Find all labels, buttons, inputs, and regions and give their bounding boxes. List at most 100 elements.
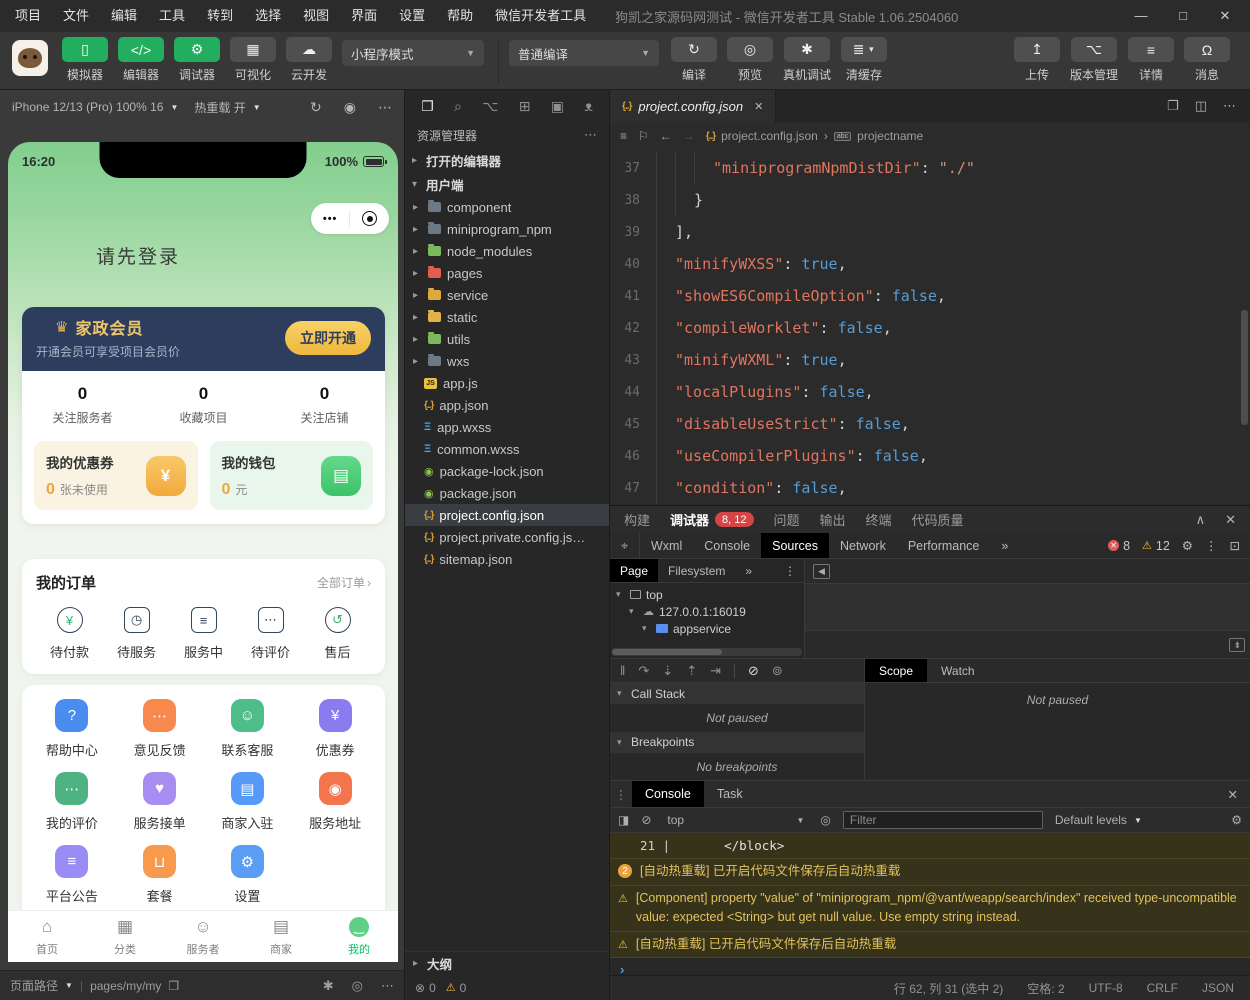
close-drawer-icon[interactable]: ✕ <box>1228 781 1250 807</box>
grid-item-优惠券[interactable]: ¥ 优惠券 <box>291 699 379 759</box>
error-counter[interactable]: ✕ 8 <box>1108 539 1130 553</box>
minimize-button[interactable]: — <box>1120 0 1162 32</box>
toolbar-button-编辑器[interactable]: </> 编辑器 <box>118 37 164 83</box>
grid-item-设置[interactable]: ⚙ 设置 <box>204 845 292 905</box>
sources-tree-item-127.0.0.1:16019[interactable]: ▾ ☁ 127.0.0.1:16019 <box>610 603 804 620</box>
console-message[interactable]: ⚠ [自动热重载] 已开启代码文件保存后自动热重载 <box>610 931 1250 958</box>
sources-tree-item-top[interactable]: ▾ top <box>610 586 804 603</box>
code-line[interactable]: 41 "showES6CompileOption": false, <box>610 280 1250 312</box>
toolbar-button-调试器[interactable]: ⚙ 调试器 <box>174 37 220 83</box>
compile-mode-dropdown[interactable]: 普通编译 ▼ <box>509 40 659 66</box>
step-into-icon[interactable]: ⇣ <box>662 663 673 679</box>
menu-item-文件[interactable]: 文件 <box>52 0 100 32</box>
console-tab-console[interactable]: Console <box>632 781 704 807</box>
more-icon[interactable]: ⋯ <box>1223 98 1236 114</box>
menu-item-设置[interactable]: 设置 <box>388 0 436 32</box>
show-console-sidebar-icon[interactable]: ◨ <box>618 813 629 827</box>
capsule-button[interactable]: ••• <box>311 203 389 234</box>
devtools-tab-sources[interactable]: Sources <box>761 533 829 558</box>
stat-item[interactable]: 0 关注服务者 <box>22 384 143 426</box>
panel-tab-代码质量[interactable]: 代码质量 <box>912 510 964 529</box>
grid-item-我的评价[interactable]: ⋯ 我的评价 <box>28 772 116 832</box>
pagepath-dropdown[interactable]: 页面路径 ▼ <box>10 977 73 994</box>
devtools-settings-gear-icon[interactable]: ⚙ <box>1182 538 1193 553</box>
outline-section[interactable]: ▸ 大纲 <box>405 951 609 975</box>
more-icon[interactable]: ⋯ <box>584 127 597 143</box>
source-control-icon[interactable]: ⌥ <box>482 98 498 115</box>
grid-item-意见反馈[interactable]: ⋯ 意见反馈 <box>116 699 204 759</box>
grid-item-服务接单[interactable]: ♥ 服务接单 <box>116 772 204 832</box>
horizontal-scrollbar[interactable] <box>612 648 802 656</box>
code-line[interactable]: 46 "useCompilerPlugins": false, <box>610 440 1250 472</box>
editor-scrollbar[interactable] <box>1241 310 1248 425</box>
toolbar-button-模拟器[interactable]: ▯ 模拟器 <box>62 37 108 83</box>
step-icon[interactable]: ⇥ <box>710 663 721 679</box>
console-settings-gear-icon[interactable]: ⚙ <box>1231 813 1242 827</box>
outline-list-icon[interactable]: ≡ <box>620 129 627 143</box>
open-preview-icon[interactable]: ❐ <box>1167 98 1179 114</box>
console-message[interactable]: 2 [自动热重载] 已开启代码文件保存后自动热重载 <box>610 859 1250 886</box>
toolbar-right-button-详情[interactable]: ≡ 详情 <box>1128 37 1174 83</box>
code-line[interactable]: 45 "disableUseStrict": false, <box>610 408 1250 440</box>
grid-item-联系客服[interactable]: ☺ 联系客服 <box>204 699 292 759</box>
login-prompt[interactable]: 请先登录 <box>96 242 180 269</box>
toolbar-button-云开发[interactable]: ☁ 云开发 <box>286 37 332 83</box>
all-orders-link[interactable]: 全部订单 › <box>317 574 371 591</box>
stat-item[interactable]: 0 收藏项目 <box>143 384 264 426</box>
show-navigator-icon[interactable]: ◀ <box>813 564 830 579</box>
problems-status[interactable]: ⊗ 0 ⚠ 0 <box>405 975 609 1000</box>
tree-item-node_modules[interactable]: ▸ node_modules <box>405 240 609 262</box>
status-item[interactable]: 行 62, 列 31 (选中 2) <box>894 980 1003 997</box>
more-vertical-icon[interactable]: ⋮ <box>1205 538 1218 553</box>
menu-item-项目[interactable]: 项目 <box>4 0 52 32</box>
console-tab-task[interactable]: Task <box>704 781 756 807</box>
panel-tab-输出[interactable]: 输出 <box>820 510 846 529</box>
menu-item-帮助[interactable]: 帮助 <box>436 0 484 32</box>
bug-icon[interactable]: ✱ <box>323 978 334 994</box>
pretty-print-icon[interactable]: ⇟ <box>1229 638 1245 652</box>
order-item-服务中[interactable]: ≡ 服务中 <box>170 607 237 661</box>
grid-item-商家入驻[interactable]: ▤ 商家入驻 <box>204 772 292 832</box>
status-item[interactable]: UTF-8 <box>1089 981 1123 995</box>
close-button[interactable]: ✕ <box>1204 0 1246 32</box>
tree-item-app.json[interactable]: {..} app.json <box>405 394 609 416</box>
tree-item-utils[interactable]: ▸ utils <box>405 328 609 350</box>
code-line[interactable]: 43 "minifyWXML": true, <box>610 344 1250 376</box>
toolbar-right-button-上传[interactable]: ↥ 上传 <box>1013 37 1060 83</box>
copy-path-icon[interactable]: ❐ <box>168 979 179 993</box>
step-over-icon[interactable]: ↷ <box>638 663 649 679</box>
mode-dropdown[interactable]: 小程序模式 ▼ <box>342 40 484 66</box>
call-stack-header[interactable]: ▾ Call Stack <box>610 683 864 705</box>
bookmark-icon[interactable]: ⚐ <box>638 129 649 143</box>
open-membership-button[interactable]: 立即开通 <box>285 321 371 355</box>
project-section[interactable]: ▾ 用户端 <box>405 172 609 196</box>
device-selector[interactable]: iPhone 12/13 (Pro) 100% 16 ▼ <box>12 100 178 114</box>
status-item[interactable]: 空格: 2 <box>1027 980 1064 997</box>
split-editor-icon[interactable]: ◫ <box>1195 98 1207 114</box>
deactivate-breakpoints-icon[interactable]: ⊘ <box>748 663 759 679</box>
context-dropdown[interactable]: top ▼ <box>663 813 808 827</box>
tab-服务者[interactable]: ☺ 服务者 <box>164 911 242 962</box>
code-line[interactable]: 38} <box>610 184 1250 216</box>
menu-item-视图[interactable]: 视图 <box>292 0 340 32</box>
user-avatar[interactable] <box>12 40 48 76</box>
status-item[interactable]: CRLF <box>1147 981 1178 995</box>
console-message[interactable]: ⚠ [Component] property "value" of "minipr… <box>610 885 1250 932</box>
code-line[interactable]: 42 "compileWorklet": false, <box>610 312 1250 344</box>
inspect-element-icon[interactable]: ⌖ <box>610 533 640 558</box>
forward-arrow-icon[interactable]: → <box>683 129 695 143</box>
toolbar-button-可视化[interactable]: ▦ 可视化 <box>230 37 276 83</box>
close-panel-icon[interactable]: ✕ <box>1225 512 1236 528</box>
stop-record-icon[interactable]: ◉ <box>344 99 356 116</box>
console-filter-input[interactable] <box>842 811 1043 829</box>
devtools-tab-performance[interactable]: Performance <box>897 533 991 558</box>
status-item[interactable]: JSON <box>1202 981 1234 995</box>
more-vertical-icon[interactable]: ⋮ <box>784 559 804 582</box>
eye-icon[interactable]: ◎ <box>352 978 363 994</box>
more-tabs-chevron[interactable]: » <box>735 559 762 582</box>
devtools-tab-network[interactable]: Network <box>829 533 897 558</box>
tab-分类[interactable]: ▦ 分类 <box>86 911 164 962</box>
collapse-panel-icon[interactable]: ∧ <box>1196 512 1206 528</box>
tree-item-sitemap.json[interactable]: {..} sitemap.json <box>405 548 609 570</box>
grid-item-服务地址[interactable]: ◉ 服务地址 <box>291 772 379 832</box>
